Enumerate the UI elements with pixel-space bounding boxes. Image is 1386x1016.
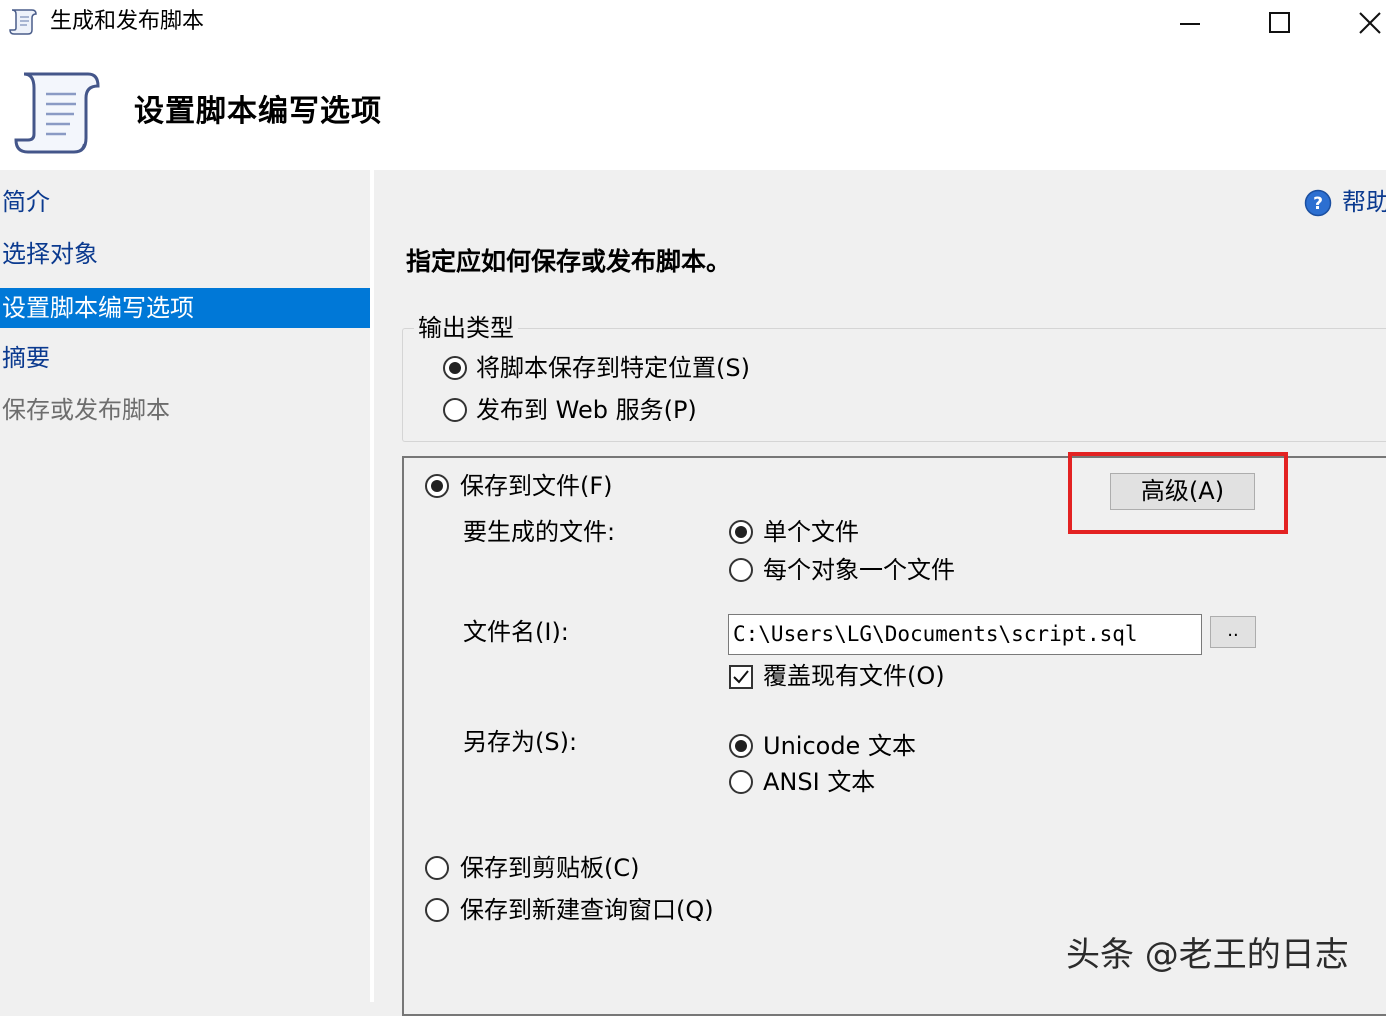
save-to-clipboard-radio[interactable] [425, 856, 449, 880]
nav-item-choose-objects[interactable]: 选择对象 [0, 234, 370, 274]
save-to-file-radio[interactable] [425, 474, 449, 498]
browse-button[interactable]: .. [1210, 616, 1256, 648]
nav-item-scripting-options[interactable]: 设置脚本编写选项 [0, 288, 370, 328]
filename-label: 文件名(I): [463, 618, 569, 646]
checkmark-icon [733, 670, 749, 684]
overwrite-checkbox[interactable] [729, 665, 753, 689]
page-title: 设置脚本编写选项 [134, 94, 382, 129]
file-per-object-radio[interactable] [729, 558, 753, 582]
instruction-text: 指定应如何保存或发布脚本。 [406, 247, 732, 276]
save-as-label: 另存为(S): [463, 728, 578, 756]
publish-web-service-radio[interactable] [443, 398, 467, 422]
minimize-button[interactable] [1160, 0, 1220, 46]
files-to-generate-label: 要生成的文件: [463, 518, 616, 546]
ansi-text-radio[interactable] [729, 770, 753, 794]
watermark-text: 头条 @老王的日志 [1066, 935, 1349, 975]
unicode-text-radio[interactable] [729, 734, 753, 758]
annotation-highlight-box [1068, 452, 1288, 534]
unicode-text-label[interactable]: Unicode 文本 [763, 730, 916, 762]
close-icon [1359, 12, 1381, 34]
nav-item-summary[interactable]: 摘要 [0, 338, 370, 378]
close-button[interactable] [1340, 0, 1386, 46]
save-to-location-label[interactable]: 将脚本保存到特定位置(S) [476, 352, 750, 384]
publish-web-service-label[interactable]: 发布到 Web 服务(P) [476, 394, 697, 426]
maximize-button[interactable] [1250, 0, 1310, 46]
save-to-query-window-radio[interactable] [425, 898, 449, 922]
single-file-label[interactable]: 单个文件 [763, 516, 859, 548]
help-question-icon[interactable]: ? [1304, 189, 1332, 217]
nav-item-intro[interactable]: 简介 [0, 182, 370, 222]
overwrite-label[interactable]: 覆盖现有文件(O) [763, 660, 945, 692]
single-file-radio[interactable] [729, 520, 753, 544]
filename-input[interactable]: C:\Users\LG\Documents\script.sql [728, 614, 1202, 655]
window-title: 生成和发布脚本 [50, 9, 205, 34]
save-to-location-radio[interactable] [443, 356, 467, 380]
svg-text:?: ? [1313, 194, 1323, 214]
save-to-query-window-label[interactable]: 保存到新建查询窗口(Q) [460, 894, 714, 926]
script-scroll-icon [9, 9, 37, 35]
help-link[interactable]: 帮助 [1342, 186, 1386, 218]
maximize-icon [1269, 12, 1290, 33]
output-type-legend: 输出类型 [414, 312, 518, 344]
nav-item-save-publish: 保存或发布脚本 [2, 396, 170, 424]
script-scroll-icon [14, 72, 100, 154]
ansi-text-label[interactable]: ANSI 文本 [763, 766, 875, 798]
minimize-icon [1180, 23, 1200, 25]
file-per-object-label[interactable]: 每个对象一个文件 [763, 554, 955, 586]
save-to-clipboard-label[interactable]: 保存到剪贴板(C) [460, 852, 639, 884]
save-to-file-label[interactable]: 保存到文件(F) [460, 470, 613, 502]
